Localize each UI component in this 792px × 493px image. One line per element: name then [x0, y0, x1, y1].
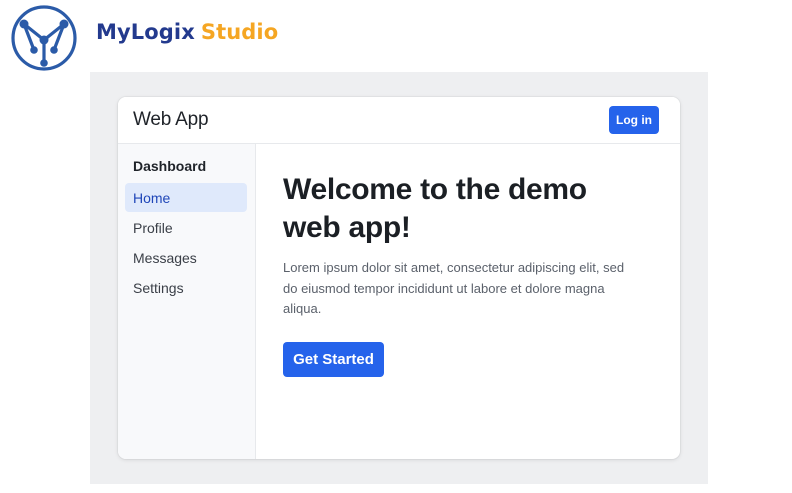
- get-started-button[interactable]: Get Started: [283, 342, 384, 377]
- app-header: Web App Log in: [118, 97, 680, 144]
- sidebar-item-settings[interactable]: Settings: [125, 273, 247, 302]
- page: MyLogix Studio Web App Log in Dashboard …: [0, 0, 792, 493]
- sidebar-item-label: Home: [133, 189, 171, 206]
- brand-name: MyLogix Studio: [96, 20, 278, 44]
- page-title: Welcome to the demo web app!: [283, 173, 587, 244]
- brand-header: MyLogix Studio: [10, 2, 278, 74]
- brand-name-accent: Studio: [200, 20, 279, 44]
- sidebar: Dashboard Home Profile Messages Settings: [118, 144, 256, 459]
- sidebar-item-label: Profile: [133, 219, 173, 236]
- intro-text: Lorem ipsum dolor sit amet, consectetur …: [283, 260, 625, 316]
- sidebar-item-label: Messages: [133, 249, 197, 266]
- app-title: Web App: [133, 109, 209, 130]
- mylogix-network-logo-icon: [11, 5, 77, 71]
- sidebar-item-label: Settings: [133, 279, 184, 296]
- brand-name-primary: MyLogix: [96, 20, 195, 44]
- app-window: Web App Log in Dashboard Home Profile Me…: [118, 97, 680, 459]
- sidebar-item-home[interactable]: Home: [125, 183, 247, 212]
- sidebar-item-messages[interactable]: Messages: [125, 243, 247, 272]
- sidebar-heading: Dashboard: [133, 158, 207, 174]
- login-button[interactable]: Log in: [609, 106, 659, 134]
- sidebar-item-profile[interactable]: Profile: [125, 213, 247, 242]
- main-content: Welcome to the demo web app! Lorem ipsum…: [256, 144, 680, 459]
